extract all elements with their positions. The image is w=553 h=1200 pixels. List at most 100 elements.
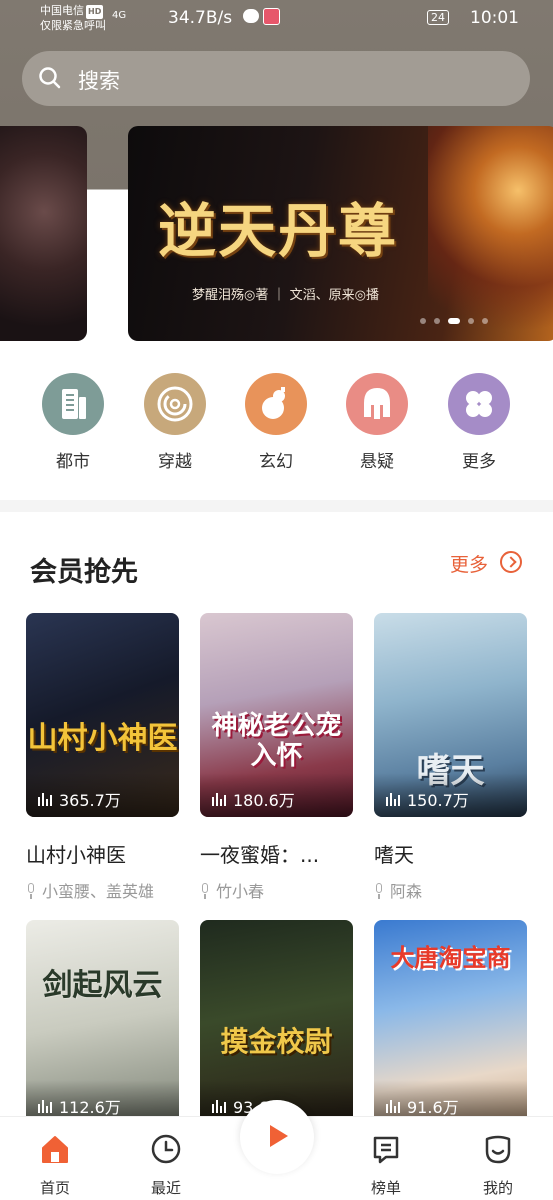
banner-credit: 梦醒泪殇◎著 ｜ 文滔、原来◎播 — [192, 288, 379, 303]
book-author: 阿森 — [374, 878, 527, 902]
list-icon — [373, 1136, 399, 1164]
signal-icon: 4G — [112, 10, 127, 21]
app-notification-icon — [263, 8, 280, 25]
player-button[interactable] — [240, 1100, 314, 1174]
cover-title: 神秘老公宠入怀 — [211, 711, 342, 771]
category-dushi[interactable]: 都市 — [42, 373, 104, 472]
book-author: 竹小春 — [200, 878, 353, 902]
section-title: 会员抢先 — [30, 557, 138, 588]
book-cover: 摸金校尉 93.6万 — [200, 920, 353, 1124]
play-count-icon — [386, 793, 402, 806]
cover-title: 摸金校尉 — [220, 1025, 333, 1058]
category-chuanyue[interactable]: 穿越 — [144, 373, 206, 472]
play-count-value: 150.7万 — [407, 791, 469, 810]
category-xuanhuan[interactable]: 玄幻 — [245, 373, 307, 472]
face-icon — [485, 1135, 511, 1164]
nav-recent[interactable]: 最近 — [136, 1133, 196, 1198]
gourd-icon — [245, 373, 307, 435]
banner-slide[interactable]: 逆天丹尊 梦醒泪殇◎著 ｜ 文滔、原来◎播 — [128, 126, 553, 341]
emergency-label: 仅限紧急呼叫 — [40, 19, 106, 32]
book-title: 山村小神医 — [26, 843, 126, 867]
status-bar: 中国电信 HD 仅限紧急呼叫 4G 34.7B/s 24 10:01 — [0, 0, 553, 38]
grid-icon — [448, 373, 510, 435]
clock-icon — [151, 1134, 181, 1164]
play-count-value: 365.7万 — [59, 791, 121, 810]
play-count: 365.7万 — [38, 787, 121, 811]
book-cover: 剑起风云 112.6万 — [26, 920, 179, 1124]
microphone-icon — [200, 883, 210, 899]
play-count-value: 91.6万 — [407, 1098, 459, 1117]
home-icon — [42, 1136, 68, 1163]
play-count-value: 180.6万 — [233, 791, 295, 810]
banner-dot — [468, 318, 474, 324]
chat-notification-icon — [243, 9, 259, 23]
book-cover: 神秘老公宠入怀 180.6万 — [200, 613, 353, 817]
app-root: 中国电信 HD 仅限紧急呼叫 4G 34.7B/s 24 10:01 搜索 逆天丹… — [0, 0, 553, 1200]
building-icon — [42, 373, 104, 435]
book-cover: 山村小神医 365.7万 — [26, 613, 179, 817]
play-count: 112.6万 — [38, 1094, 121, 1118]
category-label: 玄幻 — [259, 452, 293, 472]
nav-label: 榜单 — [370, 1179, 401, 1197]
banner-pagination — [420, 318, 510, 326]
nav-charts[interactable]: 榜单 — [356, 1133, 416, 1198]
microphone-icon — [374, 883, 384, 899]
banner-dot — [434, 318, 440, 324]
category-label: 穿越 — [158, 452, 192, 472]
clock: 10:01 — [470, 8, 519, 28]
category-more[interactable]: 更多 — [448, 373, 510, 472]
category-label: 悬疑 — [360, 452, 394, 472]
cover-title: 大唐淘宝商 — [390, 943, 511, 972]
author-name: 小蛮腰、盖英雄 — [42, 882, 155, 901]
nav-label: 首页 — [39, 1179, 70, 1197]
nav-label: 我的 — [482, 1179, 513, 1197]
search-placeholder: 搜索 — [78, 69, 120, 93]
book-cover: 大唐淘宝商 91.6万 — [374, 920, 527, 1124]
play-icon — [270, 1125, 288, 1147]
category-label: 都市 — [56, 452, 90, 472]
nav-me[interactable]: 我的 — [468, 1133, 528, 1198]
banner-dot — [482, 318, 488, 324]
hd-badge: HD — [86, 5, 104, 19]
play-count-value: 112.6万 — [59, 1098, 121, 1117]
nav-home[interactable]: 首页 — [25, 1133, 85, 1198]
network-speed: 34.7B/s — [168, 8, 233, 28]
play-count-icon — [212, 793, 228, 806]
play-count: 180.6万 — [212, 787, 295, 811]
play-count-icon — [38, 793, 54, 806]
book-card[interactable]: 神秘老公宠入怀 180.6万 一夜蜜婚：... 竹小春 — [200, 613, 353, 902]
chevron-right-icon[interactable] — [500, 551, 522, 573]
play-count: 150.7万 — [386, 787, 469, 811]
book-card[interactable]: 嗜天 150.7万 嗜天 阿森 — [374, 613, 527, 902]
play-count-icon — [212, 1100, 228, 1113]
banner-dot — [420, 318, 426, 324]
banner-previous-slide[interactable] — [0, 126, 87, 341]
book-title: 嗜天 — [374, 843, 414, 867]
play-count-icon — [38, 1100, 54, 1113]
helmet-icon — [346, 373, 408, 435]
section-more-link[interactable]: 更多 — [450, 550, 488, 577]
search-bar[interactable]: 搜索 — [22, 51, 530, 106]
banner-title: 逆天丹尊 — [158, 197, 399, 265]
book-card[interactable]: 剑起风云 112.6万 — [26, 920, 179, 1124]
book-author: 小蛮腰、盖英雄 — [26, 878, 179, 902]
banner-art — [428, 126, 553, 341]
book-card[interactable]: 大唐淘宝商 91.6万 — [374, 920, 527, 1124]
play-count-icon — [386, 1100, 402, 1113]
banner-dot-active — [448, 318, 460, 324]
book-card[interactable]: 摸金校尉 93.6万 — [200, 920, 353, 1124]
nav-label: 最近 — [150, 1179, 181, 1197]
book-cover: 嗜天 150.7万 — [374, 613, 527, 817]
book-card[interactable]: 山村小神医 365.7万 山村小神医 小蛮腰、盖英雄 — [26, 613, 179, 902]
microphone-icon — [26, 883, 36, 899]
cover-title: 剑起风云 — [42, 968, 163, 1003]
book-title: 一夜蜜婚：... — [200, 843, 320, 867]
cover-title: 山村小神医 — [27, 721, 178, 756]
spiral-icon — [144, 373, 206, 435]
search-icon — [39, 67, 61, 89]
author-name: 竹小春 — [216, 882, 265, 901]
section-divider — [0, 500, 553, 512]
play-count: 91.6万 — [386, 1094, 459, 1118]
category-label: 更多 — [462, 452, 496, 472]
category-xuanyi[interactable]: 悬疑 — [346, 373, 408, 472]
